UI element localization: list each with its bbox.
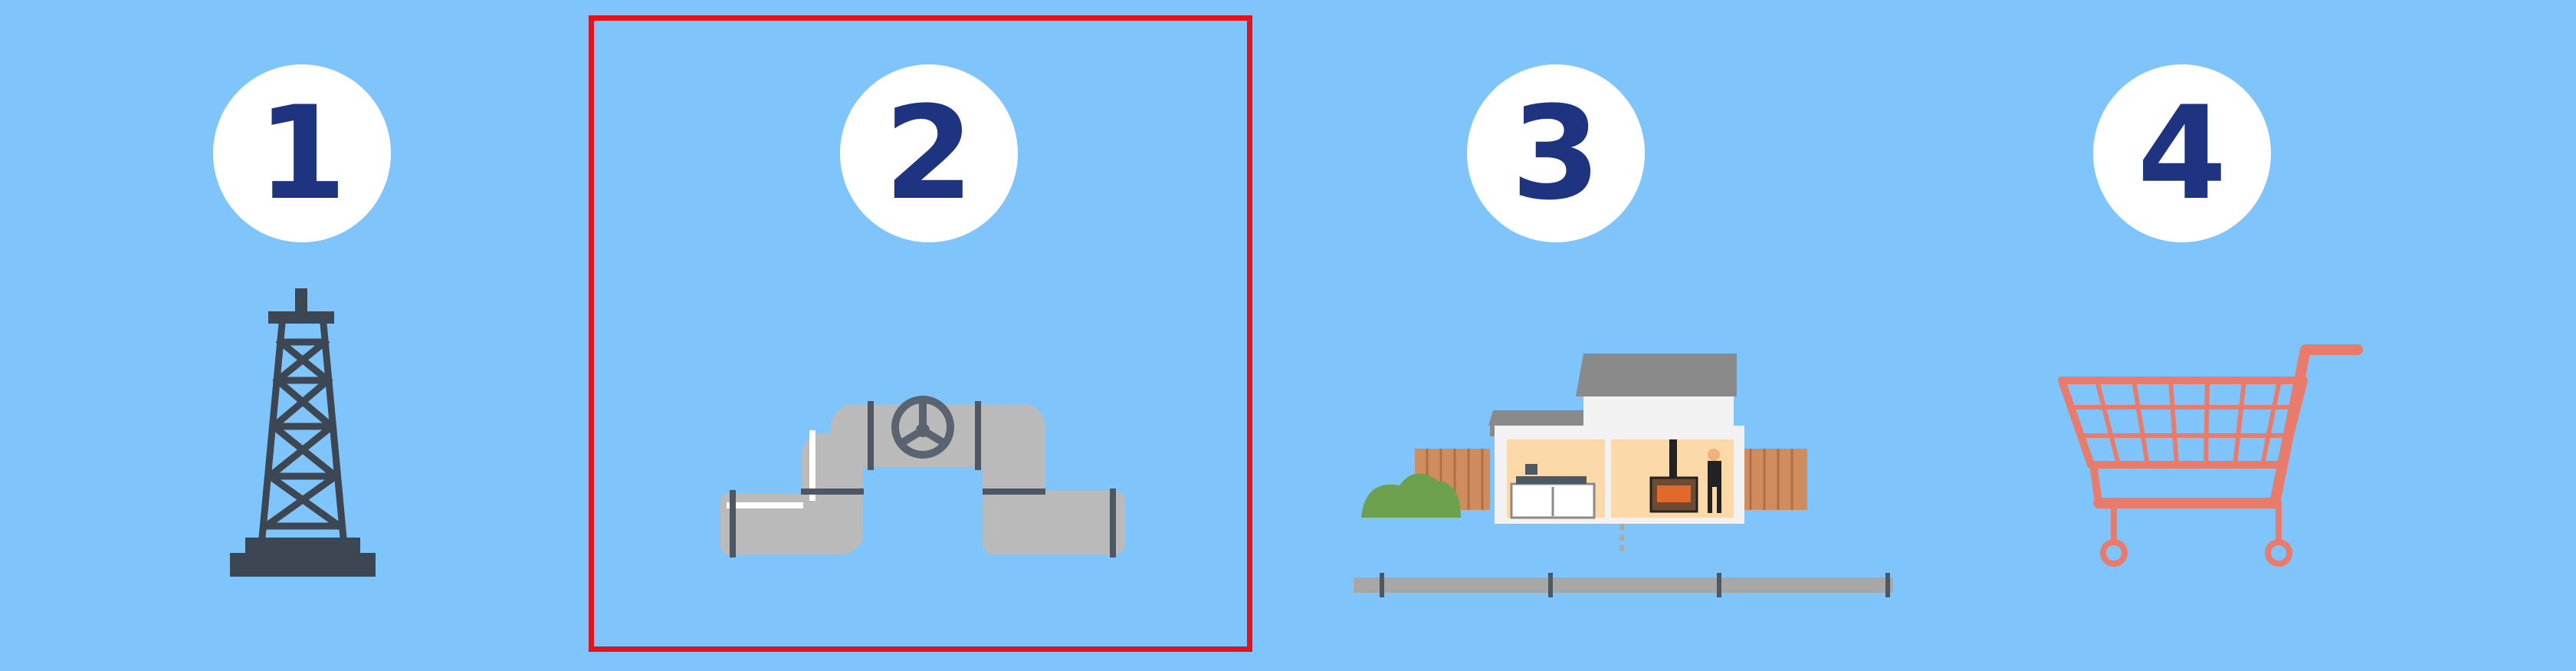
step-3-number: 3	[1511, 78, 1601, 229]
pipeline-valve-icon	[720, 396, 1125, 558]
house-gas-connection-icon	[1354, 354, 1893, 597]
step-2-number: 2	[884, 78, 974, 229]
shopping-cart-icon	[2058, 344, 2363, 567]
step-4-number-badge: 4	[2093, 64, 2271, 242]
step-4-number: 4	[2137, 78, 2227, 229]
process-steps-panel: 1 2 3 4	[0, 0, 2576, 671]
oil-derrick-icon	[230, 288, 376, 577]
step-1-number-badge: 1	[213, 64, 391, 242]
step-2-number-badge: 2	[840, 64, 1018, 242]
step-3-number-badge: 3	[1467, 64, 1645, 242]
step-1-number: 1	[257, 78, 347, 229]
